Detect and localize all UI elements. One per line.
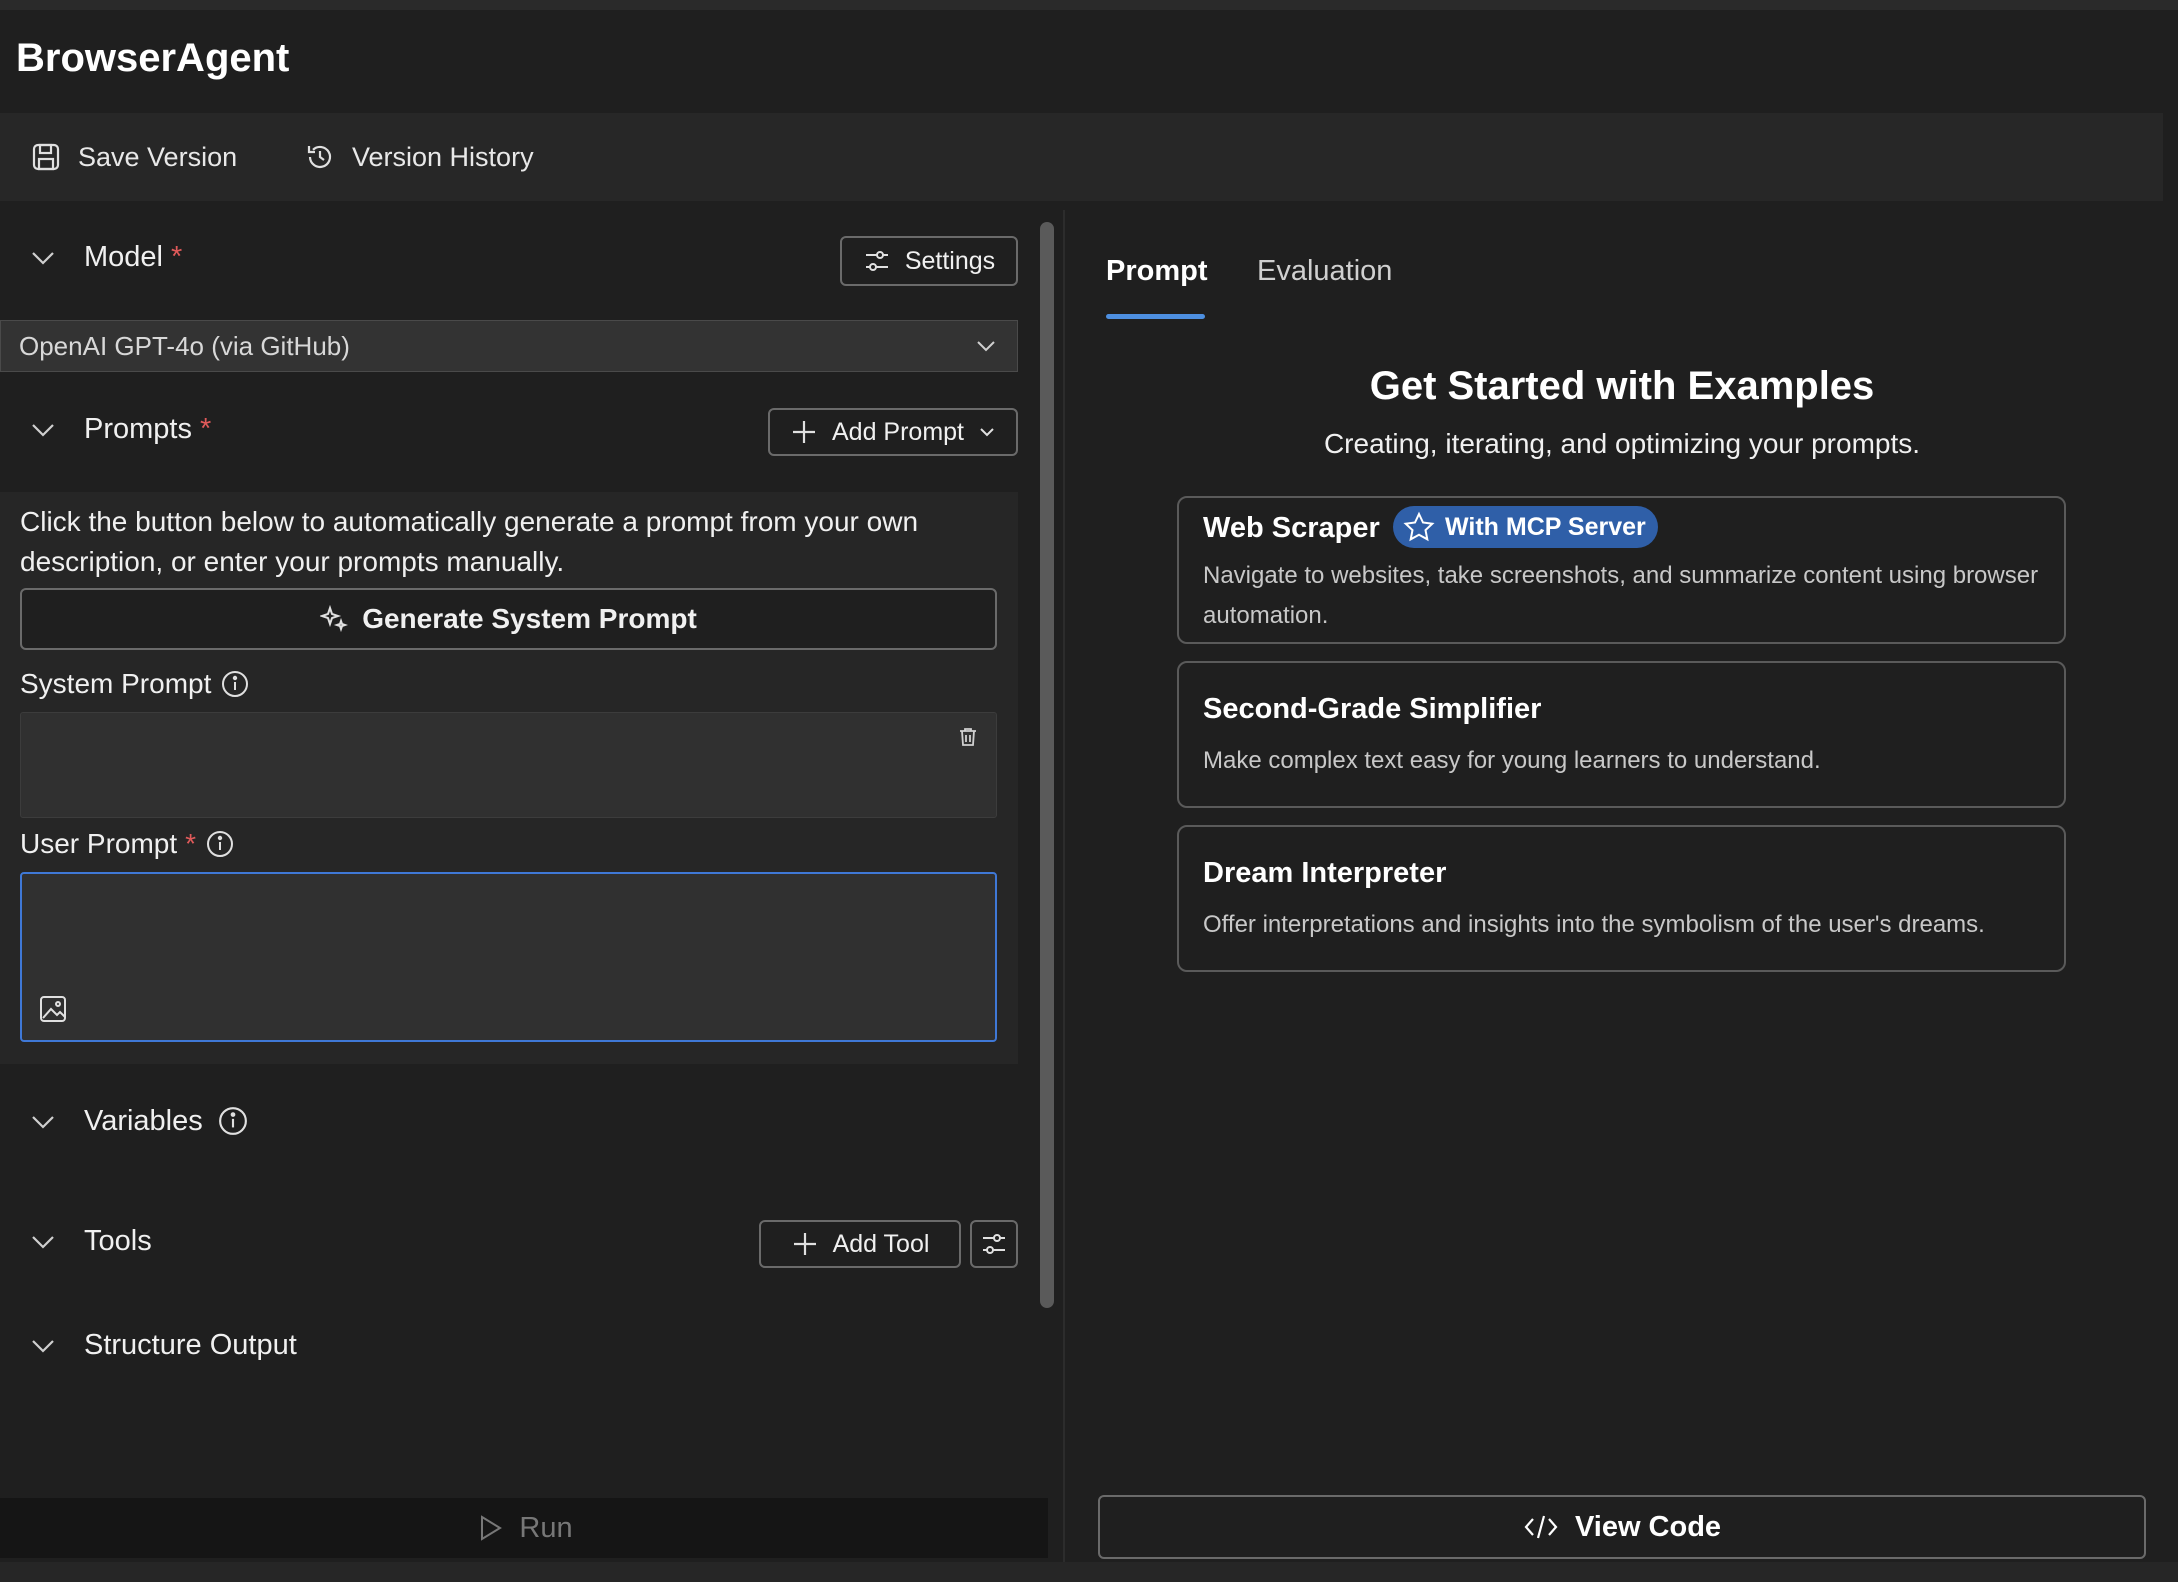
settings-label: Settings (904, 246, 996, 275)
tab-prompt[interactable]: Prompt (1106, 255, 1208, 288)
info-icon[interactable] (221, 670, 249, 698)
user-prompt-label: User Prompt * (20, 828, 197, 859)
chevron-down-icon[interactable] (28, 1330, 58, 1360)
play-icon (481, 1515, 503, 1541)
chevron-down-icon (977, 341, 995, 352)
generate-system-prompt-button[interactable]: Generate System Prompt (20, 588, 997, 650)
left-panel: Model * Settings OpenAI GPT-4o (via GitHu… (0, 0, 1060, 1582)
sliders-icon (865, 251, 888, 271)
user-prompt-input[interactable] (20, 872, 997, 1042)
add-tool-label: Add Tool (832, 1229, 930, 1258)
examples-title: Get Started with Examples (1369, 364, 1875, 408)
info-icon[interactable] (206, 830, 234, 858)
sparkle-icon (320, 605, 349, 633)
tools-title: Tools (84, 1224, 152, 1257)
system-prompt-label: System Prompt (20, 668, 212, 699)
trash-icon[interactable] (956, 725, 980, 749)
example-card-title: Second-Grade Simplifier (1203, 693, 1542, 725)
structure-output-section-header[interactable]: Structure Output (0, 1310, 1020, 1380)
tools-settings-button[interactable] (970, 1220, 1018, 1268)
system-prompt-label-row: System Prompt (20, 668, 249, 700)
example-card-web-scraper[interactable]: Web Scraper With MCP Server Navigate to … (1177, 496, 2066, 644)
view-code-button[interactable]: View Code (1098, 1495, 2146, 1559)
structure-output-title: Structure Output (84, 1328, 297, 1361)
add-tool-button[interactable]: Add Tool (759, 1220, 961, 1268)
badge-label: With MCP Server (1445, 512, 1646, 541)
model-selected-value: OpenAI GPT-4o (via GitHub) (19, 330, 350, 361)
info-icon[interactable] (218, 1106, 248, 1136)
plus-icon (793, 1233, 816, 1255)
mcp-server-badge: With MCP Server (1393, 506, 1658, 548)
variables-section-header[interactable]: Variables (0, 1086, 1020, 1156)
code-icon (1524, 1515, 1558, 1539)
model-title: Model * (84, 240, 183, 273)
chevron-down-icon[interactable] (28, 414, 58, 444)
chevron-down-icon[interactable] (28, 1226, 58, 1256)
add-prompt-label: Add Prompt (831, 417, 964, 446)
example-card-description: Make complex text easy for young learner… (1203, 747, 1821, 774)
generate-label: Generate System Prompt (362, 603, 697, 634)
user-prompt-label-row: User Prompt * (20, 828, 234, 860)
left-panel-scrollbar[interactable] (1040, 222, 1054, 1308)
examples-subtitle: Creating, iterating, and optimizing your… (1323, 428, 1921, 459)
run-button[interactable]: Run (0, 1498, 1048, 1558)
add-prompt-button[interactable]: Add Prompt (768, 408, 1018, 456)
run-label: Run (519, 1511, 573, 1544)
model-select[interactable]: OpenAI GPT-4o (via GitHub) (0, 320, 1018, 372)
sliders-icon (983, 1234, 1005, 1254)
chevron-down-icon[interactable] (28, 1106, 58, 1136)
star-icon (1403, 511, 1435, 542)
example-card-title: Web Scraper (1203, 512, 1380, 544)
example-card-second-grade-simplifier[interactable]: Second-Grade Simplifier Make complex tex… (1177, 661, 2066, 808)
plus-icon (792, 421, 815, 443)
prompts-panel: Click the button below to automatically … (0, 492, 1018, 1064)
active-tab-indicator (1106, 314, 1205, 319)
chevron-down-icon (980, 428, 994, 437)
chevron-down-icon[interactable] (28, 242, 58, 272)
prompts-description: Click the button below to automatically … (20, 506, 919, 577)
system-prompt-input[interactable] (20, 712, 997, 818)
panel-divider[interactable] (1063, 210, 1065, 1572)
model-settings-button[interactable]: Settings (840, 236, 1018, 286)
example-card-dream-interpreter[interactable]: Dream Interpreter Offer interpretations … (1177, 825, 2066, 972)
prompts-title: Prompts * (84, 412, 212, 445)
view-code-label: View Code (1574, 1510, 1722, 1543)
example-card-description: Offer interpretations and insights into … (1203, 911, 1985, 938)
example-card-description: Navigate to websites, take screenshots, … (1203, 562, 2039, 629)
variables-title: Variables (84, 1104, 203, 1137)
example-card-title: Dream Interpreter (1203, 857, 1447, 889)
tab-evaluation[interactable]: Evaluation (1257, 255, 1392, 288)
image-icon[interactable] (38, 994, 68, 1024)
status-bar (0, 1562, 2178, 1582)
